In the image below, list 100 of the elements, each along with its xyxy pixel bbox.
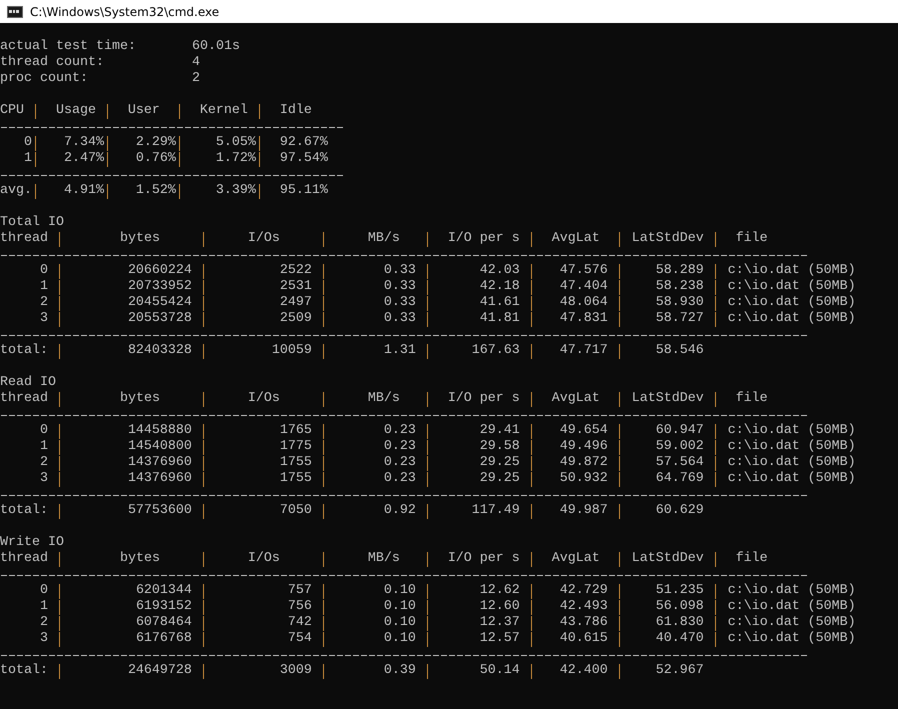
table-cell: 1 <box>24 151 32 166</box>
table-cell: 1755 <box>280 455 312 470</box>
table-cell: 14540800 <box>128 439 192 454</box>
table-cell: 56.098 <box>656 599 704 614</box>
summary-label: actual test time: <box>0 39 137 55</box>
total-cell: 82403328 <box>128 343 192 358</box>
column-header: Idle <box>280 103 312 118</box>
total-cell: 57753600 <box>128 503 192 518</box>
summary-label: thread count: <box>0 55 105 71</box>
column-header: I/Os <box>248 551 280 566</box>
table-cell: 0 <box>40 263 48 278</box>
total-cell: 1.31 <box>384 343 416 358</box>
table-cell: 0.33 <box>384 279 416 294</box>
table-cell: 2.29% <box>136 135 176 150</box>
column-header: LatStdDev <box>632 391 704 406</box>
column-header: I/O per s <box>448 551 520 566</box>
table-cell: 41.81 <box>480 311 520 326</box>
table-cell: c:\io.dat (50MB) <box>728 599 856 614</box>
table-cell: 0 <box>40 583 48 598</box>
table-cell: 1775 <box>280 439 312 454</box>
total-cell: 60.629 <box>656 503 704 518</box>
table-cell: 0.10 <box>384 599 416 614</box>
total-cell: 0.92 <box>384 503 416 518</box>
column-header: Usage <box>56 103 96 118</box>
column-header: Kernel <box>200 103 248 118</box>
column-header: MB/s <box>368 231 400 246</box>
table-cell: 2 <box>40 615 48 630</box>
table-cell: c:\io.dat (50MB) <box>728 279 856 294</box>
summary-value: 60.01s <box>192 39 240 55</box>
total-cell: 50.14 <box>480 663 520 678</box>
table-cell: 12.62 <box>480 583 520 598</box>
table-cell: 0.10 <box>384 615 416 630</box>
table-cell: c:\io.dat (50MB) <box>728 423 856 438</box>
table-cell: 3 <box>40 471 48 486</box>
table-cell: 12.37 <box>480 615 520 630</box>
table-cell: 12.60 <box>480 599 520 614</box>
column-header: thread <box>0 231 48 246</box>
table-cell: c:\io.dat (50MB) <box>728 471 856 486</box>
table-cell: 0.33 <box>384 295 416 310</box>
table-cell: 47.404 <box>560 279 608 294</box>
total-cell: 42.400 <box>560 663 608 678</box>
column-header: CPU <box>0 103 24 118</box>
table-cell: 0.10 <box>384 583 416 598</box>
table-cell: 97.54% <box>280 151 328 166</box>
table-cell: 29.41 <box>480 423 520 438</box>
column-header: AvgLat <box>552 391 600 406</box>
column-header: I/Os <box>248 391 280 406</box>
table-cell: 20660224 <box>128 263 192 278</box>
table-cell: 41.61 <box>480 295 520 310</box>
table-cell: 3 <box>40 311 48 326</box>
table-cell: c:\io.dat (50MB) <box>728 311 856 326</box>
column-header: file <box>736 231 768 246</box>
table-cell: 61.830 <box>656 615 704 630</box>
table-cell: 2.47% <box>64 151 104 166</box>
table-cell: 20455424 <box>128 295 192 310</box>
table-cell: 49.496 <box>560 439 608 454</box>
table-cell: 2531 <box>280 279 312 294</box>
total-cell: 49.987 <box>560 503 608 518</box>
table-cell: 58.238 <box>656 279 704 294</box>
window-title: C:\Windows\System32\cmd.exe <box>30 4 220 18</box>
column-header: I/O per s <box>448 231 520 246</box>
table-cell: 7.34% <box>64 135 104 150</box>
total-cell: 52.967 <box>656 663 704 678</box>
table-cell: 14376960 <box>128 455 192 470</box>
table-cell: 58.930 <box>656 295 704 310</box>
table-cell: 1 <box>40 439 48 454</box>
table-cell: 742 <box>288 615 312 630</box>
column-header: bytes <box>120 551 160 566</box>
column-header: LatStdDev <box>632 551 704 566</box>
column-header: AvgLat <box>552 231 600 246</box>
console-icon <box>7 6 23 18</box>
table-cell: 47.576 <box>560 263 608 278</box>
table-cell: 14458880 <box>128 423 192 438</box>
table-cell: 43.786 <box>560 615 608 630</box>
table-cell: 0.76% <box>136 151 176 166</box>
total-cell: total: <box>0 663 48 678</box>
summary-value: 4 <box>192 55 200 71</box>
table-cell: 6201344 <box>136 583 192 598</box>
table-cell: 6193152 <box>136 599 192 614</box>
summary-label: proc count: <box>0 71 89 87</box>
table-cell: 5.05% <box>216 135 256 150</box>
total-cell: 1.52% <box>136 183 176 198</box>
total-cell: 3009 <box>280 663 312 678</box>
table-cell: 1 <box>40 279 48 294</box>
table-cell: 29.25 <box>480 455 520 470</box>
table-cell: c:\io.dat (50MB) <box>728 263 856 278</box>
table-cell: 29.58 <box>480 439 520 454</box>
table-cell: 1755 <box>280 471 312 486</box>
table-cell: c:\io.dat (50MB) <box>728 631 856 646</box>
total-cell: 10059 <box>272 343 312 358</box>
table-cell: 50.932 <box>560 471 608 486</box>
table-cell: 49.872 <box>560 455 608 470</box>
table-cell: c:\io.dat (50MB) <box>728 615 856 630</box>
table-cell: 0.33 <box>384 263 416 278</box>
table-cell: 48.064 <box>560 295 608 310</box>
table-cell: 92.67% <box>280 135 328 150</box>
table-cell: 756 <box>288 599 312 614</box>
section-title: Write IO <box>0 535 64 551</box>
table-cell: 2 <box>40 455 48 470</box>
total-cell: 58.546 <box>656 343 704 358</box>
